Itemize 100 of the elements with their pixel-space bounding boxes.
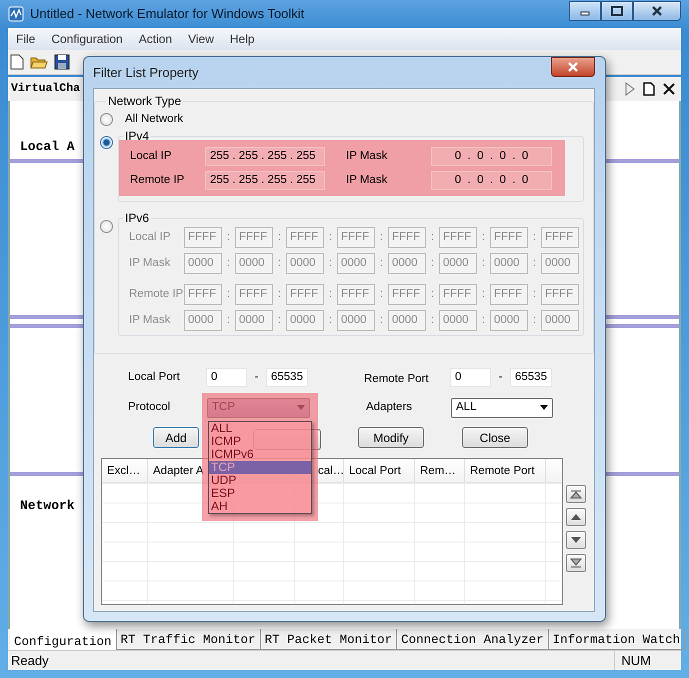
menu-item[interactable]: File <box>8 30 44 48</box>
status-indicator: NUM <box>614 650 651 670</box>
separator-text: : <box>430 286 436 302</box>
caret-icon <box>540 405 548 410</box>
dash-text: - <box>498 370 504 385</box>
separator-text: : <box>378 256 384 271</box>
separator-text: : <box>328 230 334 245</box>
bottom-tab[interactable]: Configuration <box>10 629 117 650</box>
ip-mask-field[interactable]: 0 . 0 . 0 . 0 <box>431 146 552 166</box>
move-bottom-icon <box>570 558 582 568</box>
menu-item[interactable]: Action <box>130 30 180 48</box>
field-label: IP Mask <box>129 312 172 328</box>
separator-text: : <box>532 256 538 271</box>
move-top-button[interactable] <box>566 485 586 503</box>
move-up-icon <box>570 512 582 522</box>
close-icon <box>567 62 579 72</box>
dropdown-option[interactable]: ICMP <box>209 435 311 448</box>
move-up-button[interactable] <box>566 508 586 526</box>
dialog-title: Filter List Property <box>93 64 198 82</box>
separator-text: : <box>328 312 334 328</box>
caret-icon <box>297 405 305 410</box>
port-field[interactable]: 0 <box>206 368 247 387</box>
maximize-button[interactable] <box>601 1 633 21</box>
radio-button[interactable] <box>100 113 113 126</box>
ip-address-field[interactable]: 255 . 255 . 255 . 255 <box>205 170 325 190</box>
separator-text: : <box>276 286 282 302</box>
separator-text: : <box>480 312 486 328</box>
app-icon <box>8 6 24 22</box>
field-label: Protocol <box>128 400 172 415</box>
port-field[interactable]: 65535 <box>266 368 308 387</box>
port-field[interactable]: 0 <box>450 368 491 387</box>
maximize-icon <box>611 6 623 16</box>
canvas-label: Local A <box>20 138 75 156</box>
close-icon <box>651 6 663 16</box>
save-icon[interactable] <box>54 54 70 70</box>
minimize-button[interactable] <box>569 1 601 21</box>
field-label: Adapters <box>366 400 414 415</box>
ip-mask-field[interactable]: 0 . 0 . 0 . 0 <box>431 170 552 190</box>
field-label: Remote IP <box>129 286 184 302</box>
separator-text: : <box>532 286 538 302</box>
menu-item[interactable]: Help <box>222 30 263 48</box>
column-header[interactable]: Remote Port <box>465 459 546 482</box>
move-top-icon <box>570 489 582 499</box>
group-label: IPv6 <box>124 212 150 224</box>
close-button[interactable] <box>633 1 681 21</box>
separator-text: : <box>276 312 282 328</box>
separator-text: : <box>430 256 436 271</box>
canvas-label: Network <box>20 496 75 514</box>
new-page-icon[interactable] <box>643 82 655 96</box>
separator-text: : <box>276 230 282 245</box>
column-header[interactable]: Local Port <box>344 459 415 482</box>
dropdown-option[interactable]: AH <box>209 500 311 513</box>
ip-address-field[interactable]: 255 . 255 . 255 . 255 <box>205 146 325 166</box>
separator-text: : <box>276 256 282 271</box>
radio-button[interactable] <box>100 136 113 150</box>
separator-text: : <box>430 230 436 245</box>
radio-button[interactable] <box>100 220 113 234</box>
move-bottom-button[interactable] <box>566 554 586 572</box>
window-title: Untitled - Network Emulator for Windows Toolkit <box>30 5 304 24</box>
separator-text: : <box>378 286 384 302</box>
group-label: IPv4 <box>124 130 150 142</box>
play-icon[interactable] <box>625 82 635 96</box>
field-label: Local IP <box>129 230 172 245</box>
separator-text: : <box>480 230 486 245</box>
document-tab[interactable]: VirtualCha <box>11 80 80 98</box>
field-label: IP Mask <box>129 256 172 271</box>
move-down-button[interactable] <box>566 531 586 549</box>
separator-text: : <box>480 256 486 271</box>
new-file-icon[interactable] <box>10 54 24 70</box>
field-label: IP Mask <box>346 172 388 188</box>
dropdown-option[interactable]: ALL <box>209 422 311 435</box>
add-button[interactable]: Add <box>153 427 199 448</box>
group-label: Network Type <box>107 95 182 107</box>
separator-text: : <box>226 312 232 328</box>
close-dialog-button[interactable]: Close <box>462 427 528 448</box>
adapters-dropdown[interactable]: ALL <box>451 398 553 418</box>
separator-text: : <box>532 230 538 245</box>
close-icon[interactable] <box>663 83 675 95</box>
field-label: Local IP <box>130 148 173 164</box>
dash-text: - <box>254 370 260 385</box>
dropdown-option[interactable]: ESP <box>209 487 311 500</box>
field-label: IP Mask <box>346 148 388 164</box>
field-label: Remote IP <box>130 172 186 188</box>
menu-item[interactable]: Configuration <box>43 30 131 48</box>
separator-text: : <box>378 230 384 245</box>
field-label: Local Port <box>128 370 181 385</box>
port-field[interactable]: 65535 <box>510 368 552 387</box>
column-header[interactable]: Rem… <box>415 459 465 482</box>
separator-text: : <box>430 312 436 328</box>
separator-text: : <box>226 230 232 245</box>
move-down-icon <box>570 535 582 545</box>
option-label: All Network <box>125 112 184 127</box>
modify-button[interactable]: Modify <box>358 427 424 448</box>
separator-text: : <box>532 312 538 328</box>
separator-text: : <box>378 312 384 328</box>
column-header[interactable]: Excl… <box>102 459 148 482</box>
dropdown-option[interactable]: ICMPv6 <box>209 448 311 461</box>
menu-item[interactable]: View <box>180 30 222 48</box>
dialog-close-button[interactable] <box>551 56 595 76</box>
field-label: Remote Port <box>364 372 430 387</box>
